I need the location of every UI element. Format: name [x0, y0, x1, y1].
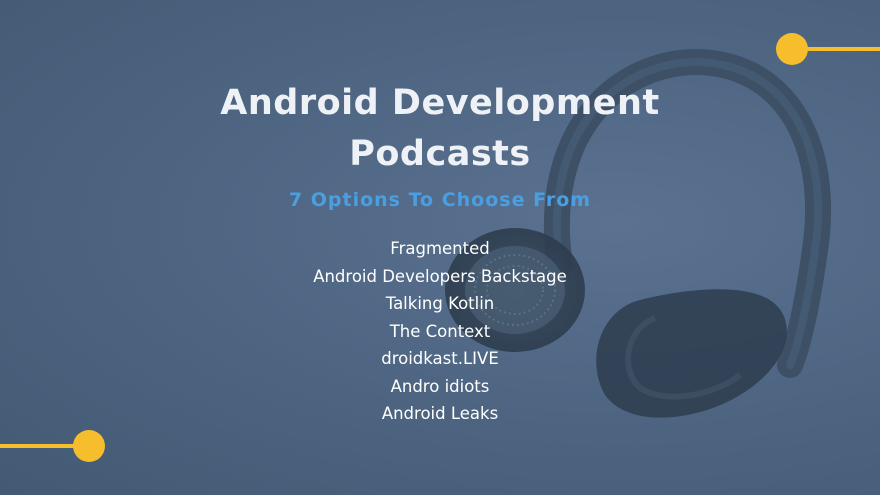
list-item: Talking Kotlin — [385, 294, 495, 313]
list-item: Android Leaks — [381, 404, 499, 423]
slide: Android Development Podcasts 7 Options T… — [0, 0, 880, 495]
dot-line-icon — [776, 33, 880, 65]
dot-line-icon — [0, 430, 105, 462]
subtitle: 7 Options To Choose From — [288, 189, 592, 211]
title-line: Android Development — [220, 83, 660, 123]
list-item: Fragmented — [390, 239, 490, 258]
list-item: Andro idiots — [390, 376, 490, 396]
podcast-list: Fragmented Android Developers Backstage … — [0, 235, 880, 428]
list-item: The Context — [389, 321, 491, 341]
list-item: Android Developers Backstage — [313, 266, 567, 286]
title-line: Podcasts — [349, 134, 531, 174]
page-title: Android Development Podcasts — [0, 78, 880, 180]
list-item: droidkast.LIVE — [381, 349, 499, 368]
